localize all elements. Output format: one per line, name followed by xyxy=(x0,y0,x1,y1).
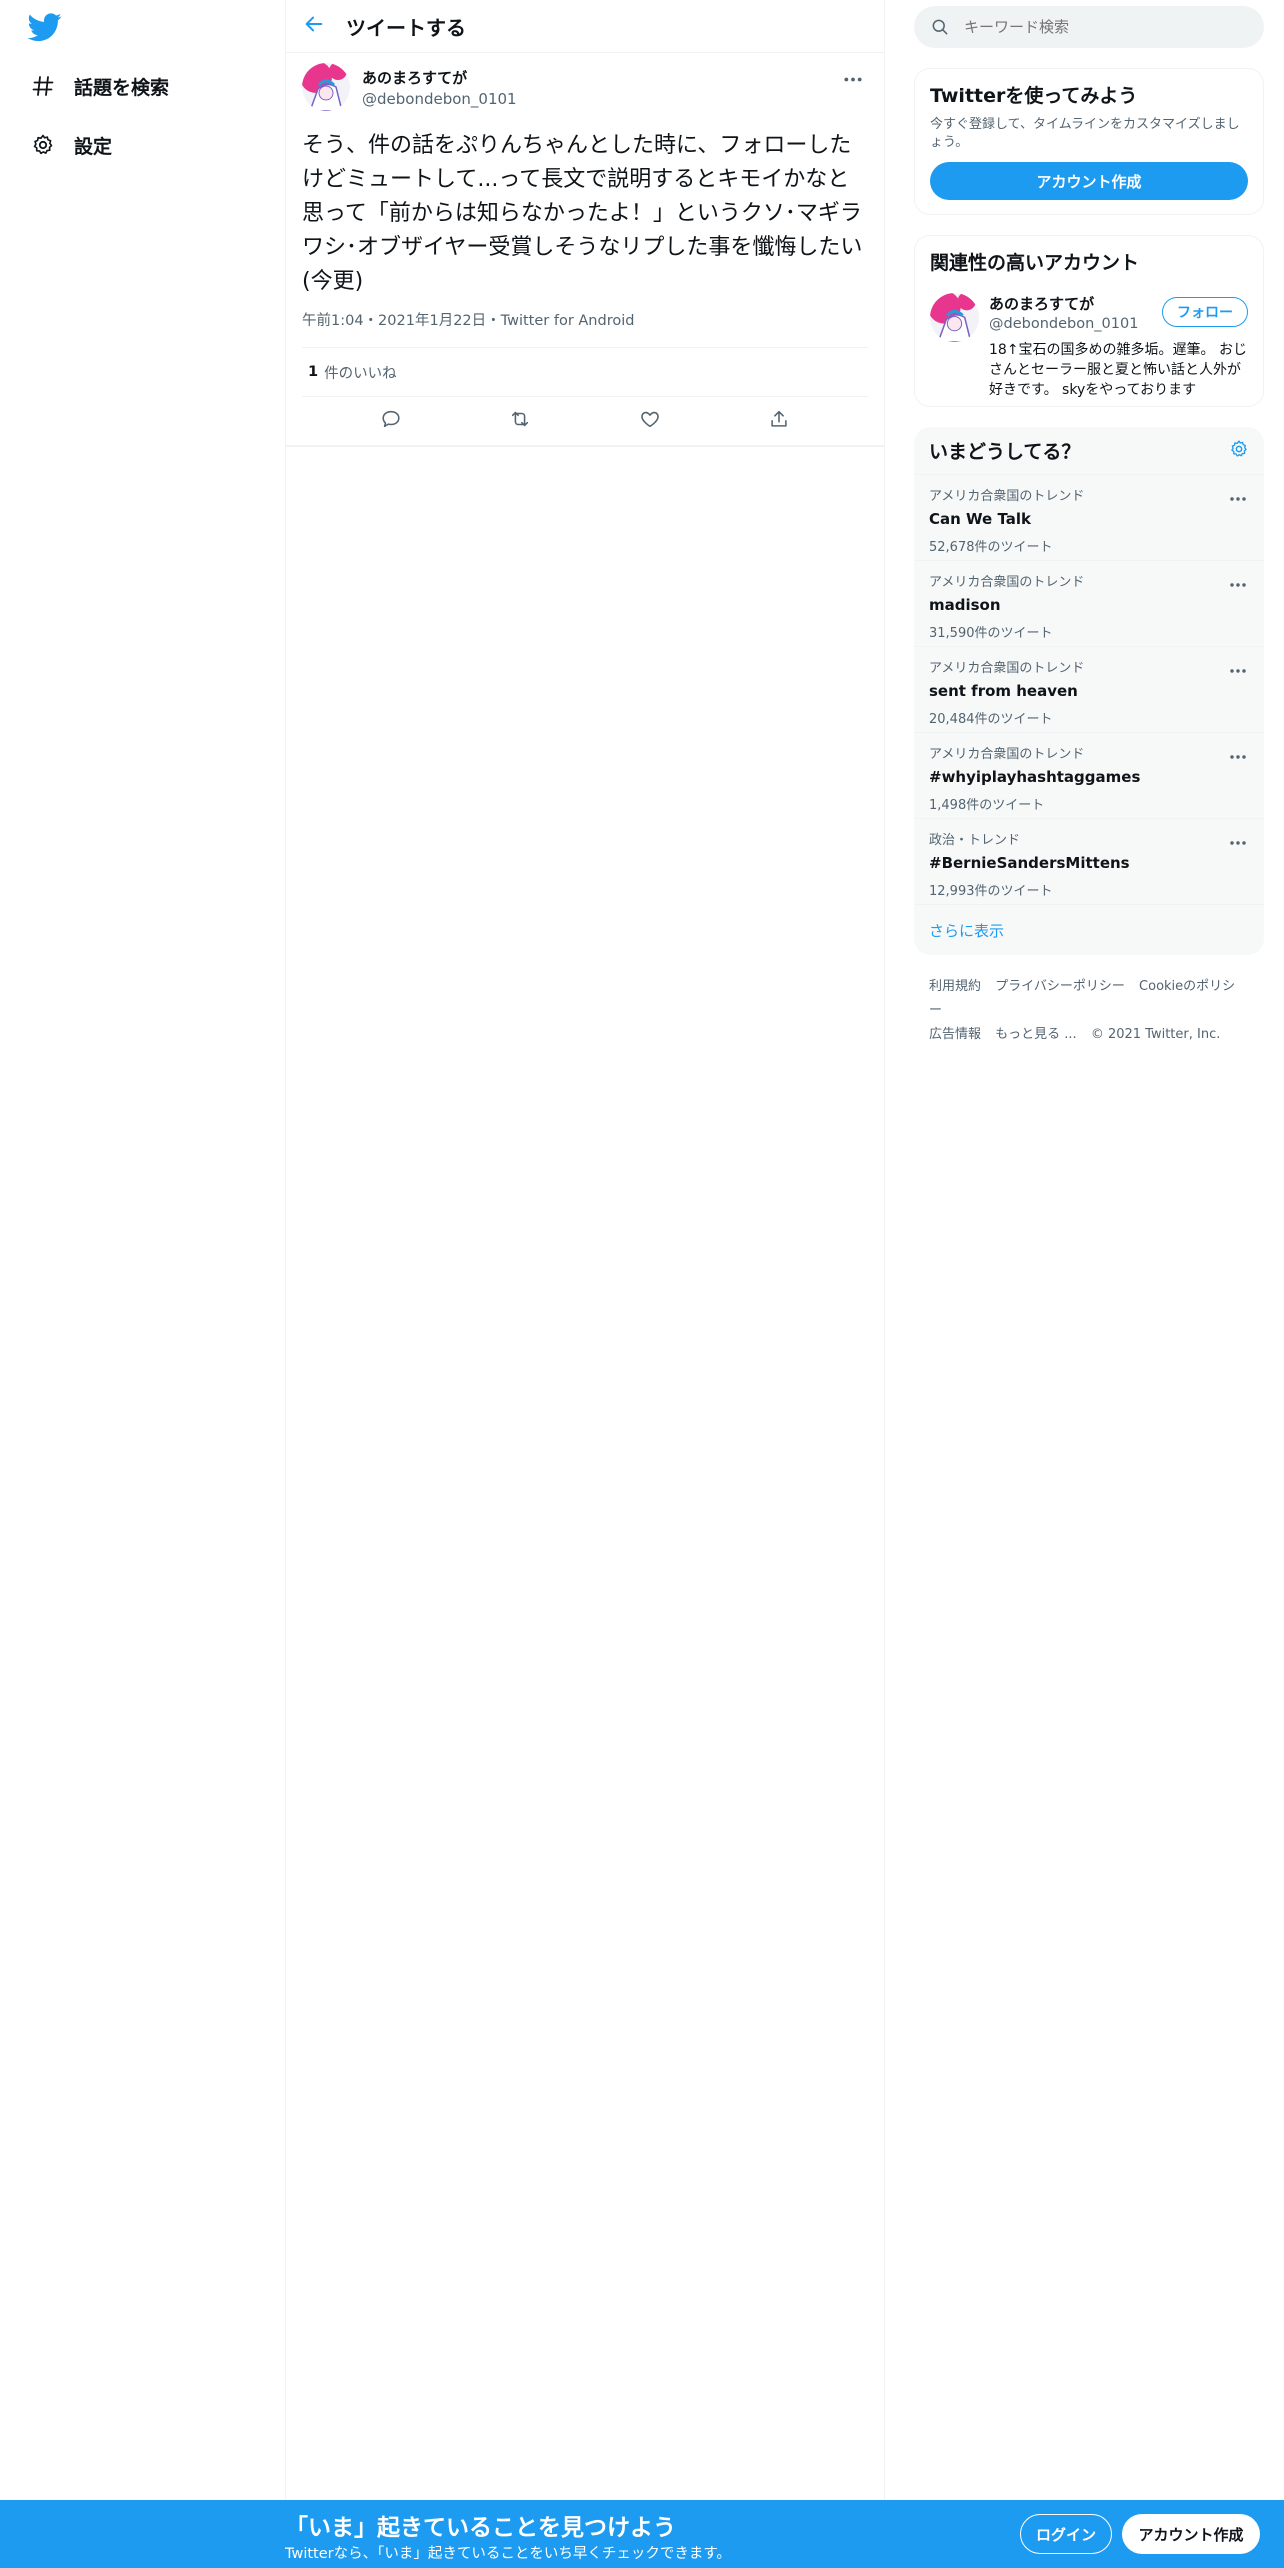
more-dots-icon[interactable] xyxy=(1229,487,1249,501)
trend-name: Can We Talk xyxy=(929,510,1031,528)
trend-count: 31,590件のツイート xyxy=(929,626,1053,641)
more-dots-icon[interactable] xyxy=(1229,573,1249,587)
related-accounts-card: 関連性の高いアカウント あのまろすてが @debondebon_0101 18↑… xyxy=(914,235,1264,407)
trend-name: #whyiplayhashtaggames xyxy=(929,768,1141,786)
back-button[interactable] xyxy=(286,0,342,53)
trend-name: #BernieSandersMittens xyxy=(929,854,1130,872)
nav-item-label: 話題を検索 xyxy=(74,76,170,99)
left-nav: 話題を検索 設定 xyxy=(0,0,285,2500)
hashtag-icon xyxy=(28,71,58,101)
gear-icon[interactable] xyxy=(1229,439,1249,463)
more-dots-icon[interactable] xyxy=(1229,831,1249,845)
signup-card-title: Twitterを使ってみよう xyxy=(930,85,1138,107)
related-accounts-title: 関連性の高いアカウント xyxy=(930,252,1140,274)
footer-link[interactable]: 広告情報 xyxy=(929,1027,981,1042)
right-sidebar: Twitterを使ってみよう 今すぐ登録して、タイムラインをカスタマイズしましょ… xyxy=(914,0,1264,1067)
trend-count: 1,498件のツイート xyxy=(929,798,1045,813)
nav-item-label: 設定 xyxy=(74,135,113,158)
trend-count: 12,993件のツイート xyxy=(929,884,1053,899)
tweet-text: そう、件の話をぷりんちゃんとした時に、フォローしたけどミュートして...って長文… xyxy=(302,133,863,294)
footer-link[interactable]: もっと見る ... xyxy=(995,1027,1077,1042)
trend-name: madison xyxy=(929,596,1001,614)
trend-context: アメリカ合衆国のトレンド xyxy=(929,747,1085,762)
footer-link[interactable]: 利用規約 xyxy=(929,979,981,994)
search-icon xyxy=(930,17,950,37)
avatar[interactable] xyxy=(930,293,979,342)
signup-button[interactable]: アカウント作成 xyxy=(1122,2514,1260,2554)
retweet-button[interactable] xyxy=(503,404,537,438)
page-header: ツイートする xyxy=(286,0,884,53)
page-title: ツイートする xyxy=(346,15,466,40)
copyright: © 2021 Twitter, Inc. xyxy=(1090,1027,1221,1042)
share-icon xyxy=(768,408,790,434)
trend-count: 52,678件のツイート xyxy=(929,540,1053,555)
author-name[interactable]: あのまろすてが xyxy=(362,67,517,88)
reply-icon xyxy=(380,408,402,434)
avatar[interactable] xyxy=(302,63,350,111)
trend-item[interactable]: 政治・トレンド #BernieSandersMittens 12,993件のツイート xyxy=(914,819,1264,905)
more-dots-icon[interactable] xyxy=(1229,745,1249,759)
signup-card-subtitle: 今すぐ登録して、タイムラインをカスタマイズしましょう。 xyxy=(930,117,1240,150)
tweet: あのまろすてが @debondebon_0101 そう、件の話をぷりんちゃんとし… xyxy=(286,53,884,447)
trend-context: 政治・トレンド xyxy=(929,833,1021,848)
trends-card: いまどうしてる？ アメリカ合衆国のトレンド Can We Talk 52,678件の… xyxy=(914,427,1264,955)
trend-context: アメリカ合衆国のトレンド xyxy=(929,489,1085,504)
bottom-signup-bar: 「いま」起きていることを見つけよう Twitterなら、「いま」起きていることを… xyxy=(0,2500,1284,2568)
signup-card: Twitterを使ってみよう 今すぐ登録して、タイムラインをカスタマイズしましょ… xyxy=(914,68,1264,215)
signup-button[interactable]: アカウント作成 xyxy=(930,162,1248,200)
retweet-icon xyxy=(509,408,531,434)
nav-item-explore[interactable]: 話題を検索 xyxy=(28,66,169,106)
search-box[interactable] xyxy=(914,6,1264,48)
bottom-bar-subtitle: Twitterなら、「いま」起きていることをいち早くチェックできます。 xyxy=(285,2546,731,2562)
more-dots-icon xyxy=(843,68,863,87)
trend-name: sent from heaven xyxy=(929,682,1078,700)
author-handle[interactable]: @debondebon_0101 xyxy=(362,90,517,108)
follow-button[interactable]: フォロー xyxy=(1162,297,1248,327)
tweet-actions xyxy=(286,397,884,446)
likes-label: 件のいいね xyxy=(324,365,397,382)
footer: 利用規約 プライバシーポリシー Cookieのポリシー 広告情報 もっと見る .… xyxy=(914,955,1264,1067)
trend-item[interactable]: アメリカ合衆国のトレンド Can We Talk 52,678件のツイート xyxy=(914,475,1264,561)
likes-stat[interactable]: 1 件のいいね xyxy=(302,347,868,397)
like-button[interactable] xyxy=(633,404,667,438)
footer-link[interactable]: プライバシーポリシー xyxy=(995,979,1125,994)
trend-context: アメリカ合衆国のトレンド xyxy=(929,661,1085,676)
share-button[interactable] xyxy=(762,404,796,438)
trends-title: いまどうしてる？ xyxy=(929,441,1081,463)
tweet-timestamp[interactable]: 午前1:04・2021年1月22日・Twitter for Android xyxy=(302,311,868,347)
trend-context: アメリカ合衆国のトレンド xyxy=(929,575,1085,590)
show-more-link[interactable]: さらに表示 xyxy=(914,905,1264,955)
search-input[interactable] xyxy=(964,18,1244,36)
main-column: ツイートする あのまろすてが @debondebon_0101 そう、件の話をぷ… xyxy=(285,0,885,2500)
arrow-left-icon xyxy=(303,13,325,39)
related-user-bio: 18↑宝石の国多めの雑多垢。遅筆。 おじさんとセーラー服と夏と怖い話と人外が好き… xyxy=(989,342,1247,398)
trend-item[interactable]: アメリカ合衆国のトレンド #whyiplayhashtaggames 1,498件の… xyxy=(914,733,1264,819)
more-dots-icon[interactable] xyxy=(1229,659,1249,673)
related-user[interactable]: あのまろすてが @debondebon_0101 18↑宝石の国多めの雑多垢。遅… xyxy=(930,293,1248,400)
trend-item[interactable]: アメリカ合衆国のトレンド madison 31,590件のツイート xyxy=(914,561,1264,647)
more-options-button[interactable] xyxy=(838,67,868,87)
nav-item-settings[interactable]: 設定 xyxy=(28,125,112,165)
reply-button[interactable] xyxy=(374,404,408,438)
like-icon xyxy=(639,408,661,434)
gear-icon xyxy=(28,130,58,160)
login-button[interactable]: ログイン xyxy=(1020,2514,1112,2554)
trend-count: 20,484件のツイート xyxy=(929,712,1053,727)
likes-count: 1 xyxy=(308,364,319,380)
tweet-author: あのまろすてが @debondebon_0101 xyxy=(302,63,868,115)
bottom-bar-title: 「いま」起きていることを見つけよう xyxy=(285,2515,676,2541)
twitter-bird-icon[interactable] xyxy=(27,10,62,44)
trend-item[interactable]: アメリカ合衆国のトレンド sent from heaven 20,484件のツイート xyxy=(914,647,1264,733)
